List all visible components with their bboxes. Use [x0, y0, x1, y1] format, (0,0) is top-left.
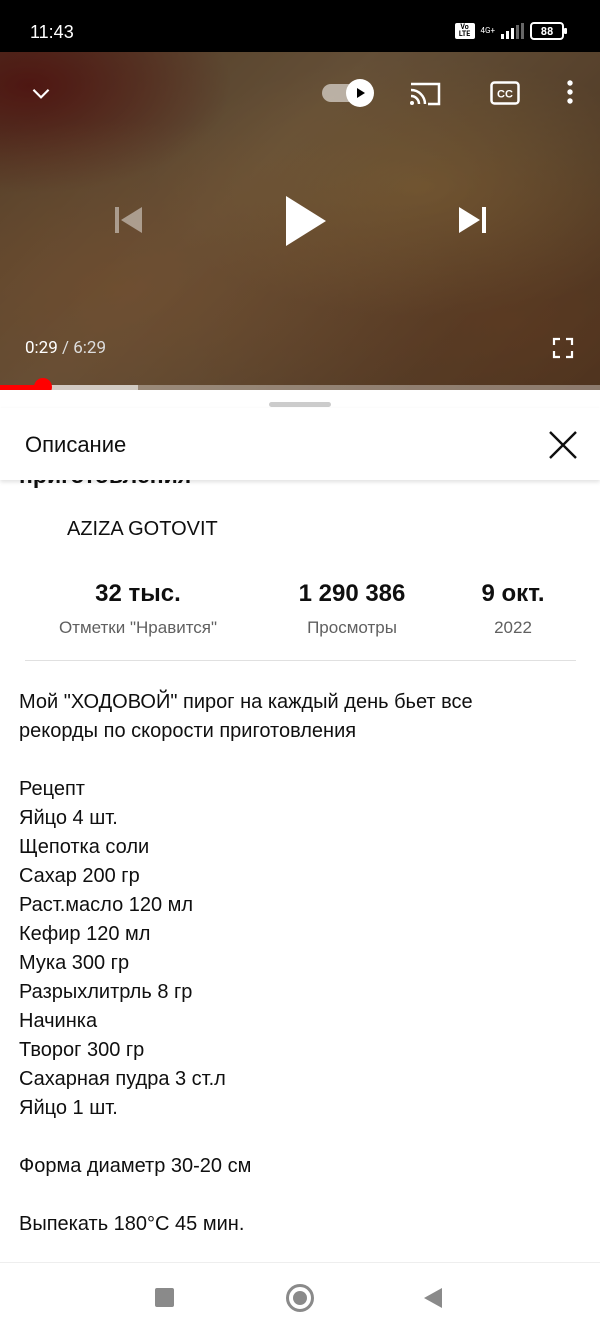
likes-label: Отметки "Нравится": [58, 618, 218, 637]
likes-stat: 32 тыс. Отметки "Нравится": [40, 580, 236, 638]
cast-icon[interactable]: [408, 80, 442, 112]
video-timecode: 0:29 / 6:29: [25, 338, 106, 358]
likes-count: 32 тыс.: [95, 580, 181, 607]
description-line: Кефир 120 мл: [19, 923, 151, 945]
description-line: Разрыхлитрль 8 гр: [19, 981, 193, 1003]
views-label: Просмотры: [307, 618, 397, 637]
description-line: Яйцо 1 шт.: [19, 1097, 118, 1119]
chevron-down-icon[interactable]: [28, 80, 54, 110]
description-sheet: Описание приготовления AZIZA GOTOVIT 32 …: [0, 390, 600, 1262]
description-line: Творог 300 гр: [19, 1039, 145, 1061]
description-line: Начинка: [19, 1010, 98, 1032]
drag-handle[interactable]: [269, 402, 331, 407]
battery-icon: 88: [530, 22, 567, 40]
sheet-header: Описание: [0, 408, 600, 480]
svg-text:CC: CC: [497, 89, 513, 101]
autoplay-toggle[interactable]: [322, 79, 378, 107]
status-bar: 11:43 Vo LTE 4G+ 88: [0, 0, 600, 52]
description-line: Раст.масло 120 мл: [19, 894, 194, 916]
description-line: [19, 746, 579, 775]
description-line: Форма диаметр 30-20 см: [19, 1155, 252, 1177]
home-button[interactable]: [286, 1284, 314, 1312]
skip-next-icon[interactable]: [455, 205, 489, 239]
skip-previous-icon[interactable]: [112, 205, 146, 239]
description-line: Яйцо 4 шт.: [19, 807, 118, 829]
status-time: 11:43: [30, 22, 74, 42]
description-line: Сахарная пудра 3 ст.л: [19, 1068, 226, 1090]
video-player[interactable]: CC 0:29 / 6:29: [0, 52, 600, 390]
autoplay-play-icon: [346, 79, 374, 107]
network-type-icon: 4G+: [480, 26, 495, 35]
duration: 6:29: [73, 338, 107, 358]
sheet-title: Описание: [25, 432, 127, 457]
description-line: [19, 1181, 579, 1210]
more-vert-icon[interactable]: [562, 78, 578, 110]
description-line: Мой "ХОДОВОЙ" пирог на каждый день бьет …: [19, 691, 473, 713]
description-line: Выпекать 180°C 45 мин.: [19, 1213, 245, 1235]
description-line: рекорды по скорости приготовления: [19, 720, 357, 742]
views-count: 1 290 386: [298, 580, 406, 607]
close-icon[interactable]: [546, 428, 580, 462]
volte-icon: Vo LTE: [454, 23, 475, 39]
description-line: Щепотка соли: [19, 836, 150, 858]
back-button[interactable]: [424, 1288, 442, 1308]
publish-year: 2022: [494, 618, 532, 637]
cc-icon[interactable]: CC: [490, 81, 520, 109]
time-separator: /: [57, 338, 74, 358]
play-icon[interactable]: [282, 193, 328, 253]
publish-date: 9 окт.: [481, 580, 545, 607]
channel-name[interactable]: AZIZA GOTOVIT: [67, 518, 218, 541]
date-stat: 9 окт. 2022: [465, 580, 561, 638]
system-nav-bar: [0, 1262, 600, 1332]
recents-button[interactable]: [155, 1288, 174, 1307]
divider: [25, 660, 576, 661]
battery-level: 88: [540, 24, 554, 38]
views-stat: 1 290 386 Просмотры: [272, 580, 432, 638]
description-line: Рецепт: [19, 778, 85, 800]
description-line: Сахар 200 гр: [19, 865, 140, 887]
signal-icon: [501, 23, 524, 39]
description-text: Мой "ХОДОВОЙ" пирог на каждый день бьет …: [19, 688, 579, 1239]
description-line: [19, 1123, 579, 1152]
description-line: Мука 300 гр: [19, 952, 130, 974]
fullscreen-icon[interactable]: [552, 337, 574, 363]
status-icons: Vo LTE 4G+ 88: [454, 22, 567, 40]
current-time: 0:29: [25, 338, 58, 358]
